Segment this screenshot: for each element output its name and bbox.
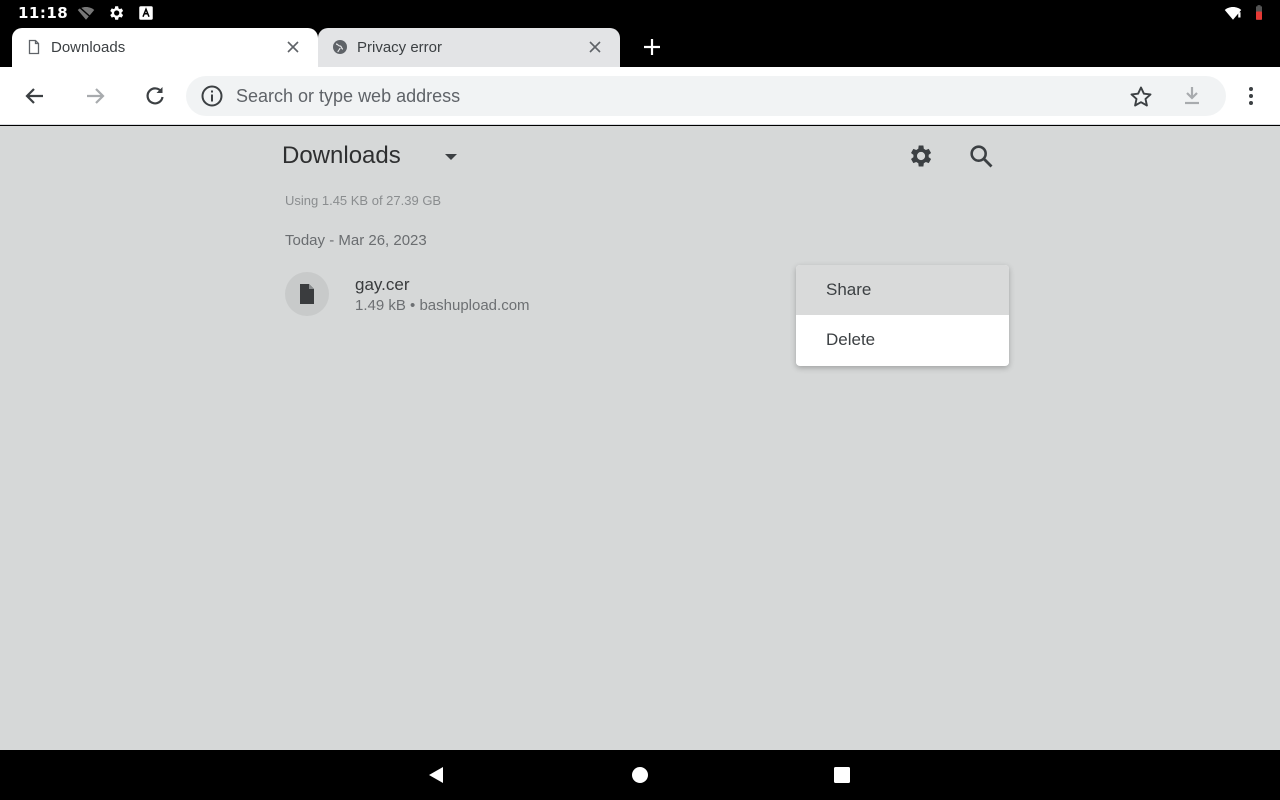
page-icon	[26, 39, 42, 55]
file-icon	[285, 272, 329, 316]
info-icon[interactable]	[200, 84, 224, 108]
date-header: Today - Mar 26, 2023	[285, 232, 427, 249]
search-icon[interactable]	[967, 142, 995, 170]
download-icon[interactable]	[1180, 84, 1204, 108]
tab-title: Downloads	[51, 39, 126, 56]
nav-home-icon[interactable]	[630, 765, 650, 785]
wifi-off-icon	[77, 4, 95, 22]
page-title: Downloads	[282, 142, 401, 169]
reload-icon[interactable]	[142, 83, 168, 109]
context-menu: Share Delete	[796, 265, 1009, 366]
dropdown-arrow-icon[interactable]	[440, 146, 462, 168]
bookmark-star-icon[interactable]	[1128, 84, 1154, 110]
downloads-page: Downloads Using 1.45 KB of 27.39 GB Toda…	[0, 126, 1280, 750]
tab-title: Privacy error	[357, 39, 443, 56]
browser-toolbar	[0, 67, 1280, 125]
omnibox[interactable]	[186, 76, 1226, 116]
settings-gear-icon[interactable]	[906, 142, 934, 170]
status-bar: 11:18	[0, 0, 1280, 26]
file-name: gay.cer	[355, 275, 410, 294]
storage-usage: Using 1.45 KB of 27.39 GB	[285, 193, 442, 208]
battery-icon	[1250, 4, 1268, 22]
settings-gear-icon	[107, 4, 125, 22]
new-tab-plus-icon[interactable]	[640, 35, 664, 59]
globe-icon	[332, 39, 348, 55]
nav-recents-icon[interactable]	[832, 765, 852, 785]
tab-strip: Downloads Privacy error	[0, 26, 1280, 67]
status-time: 11:18	[18, 4, 69, 22]
back-arrow-icon[interactable]	[22, 83, 48, 109]
delete-menu-item[interactable]: Delete	[796, 315, 1009, 365]
tab-privacy-error[interactable]: Privacy error	[318, 28, 620, 67]
more-vert-icon[interactable]	[1238, 83, 1264, 109]
file-meta: 1.49 kB • bashupload.com	[355, 297, 530, 314]
wifi-icon	[1224, 4, 1242, 22]
close-icon[interactable]	[284, 38, 302, 56]
search-input[interactable]	[236, 76, 1106, 116]
nav-back-icon[interactable]	[426, 765, 446, 785]
tab-downloads[interactable]: Downloads	[12, 28, 318, 67]
close-icon[interactable]	[586, 38, 604, 56]
forward-arrow-icon[interactable]	[82, 83, 108, 109]
keyboard-icon	[137, 4, 155, 22]
navigation-bar	[0, 750, 1280, 800]
download-item[interactable]: gay.cer 1.49 kB • bashupload.com	[282, 268, 782, 324]
share-menu-item[interactable]: Share	[796, 265, 1009, 315]
